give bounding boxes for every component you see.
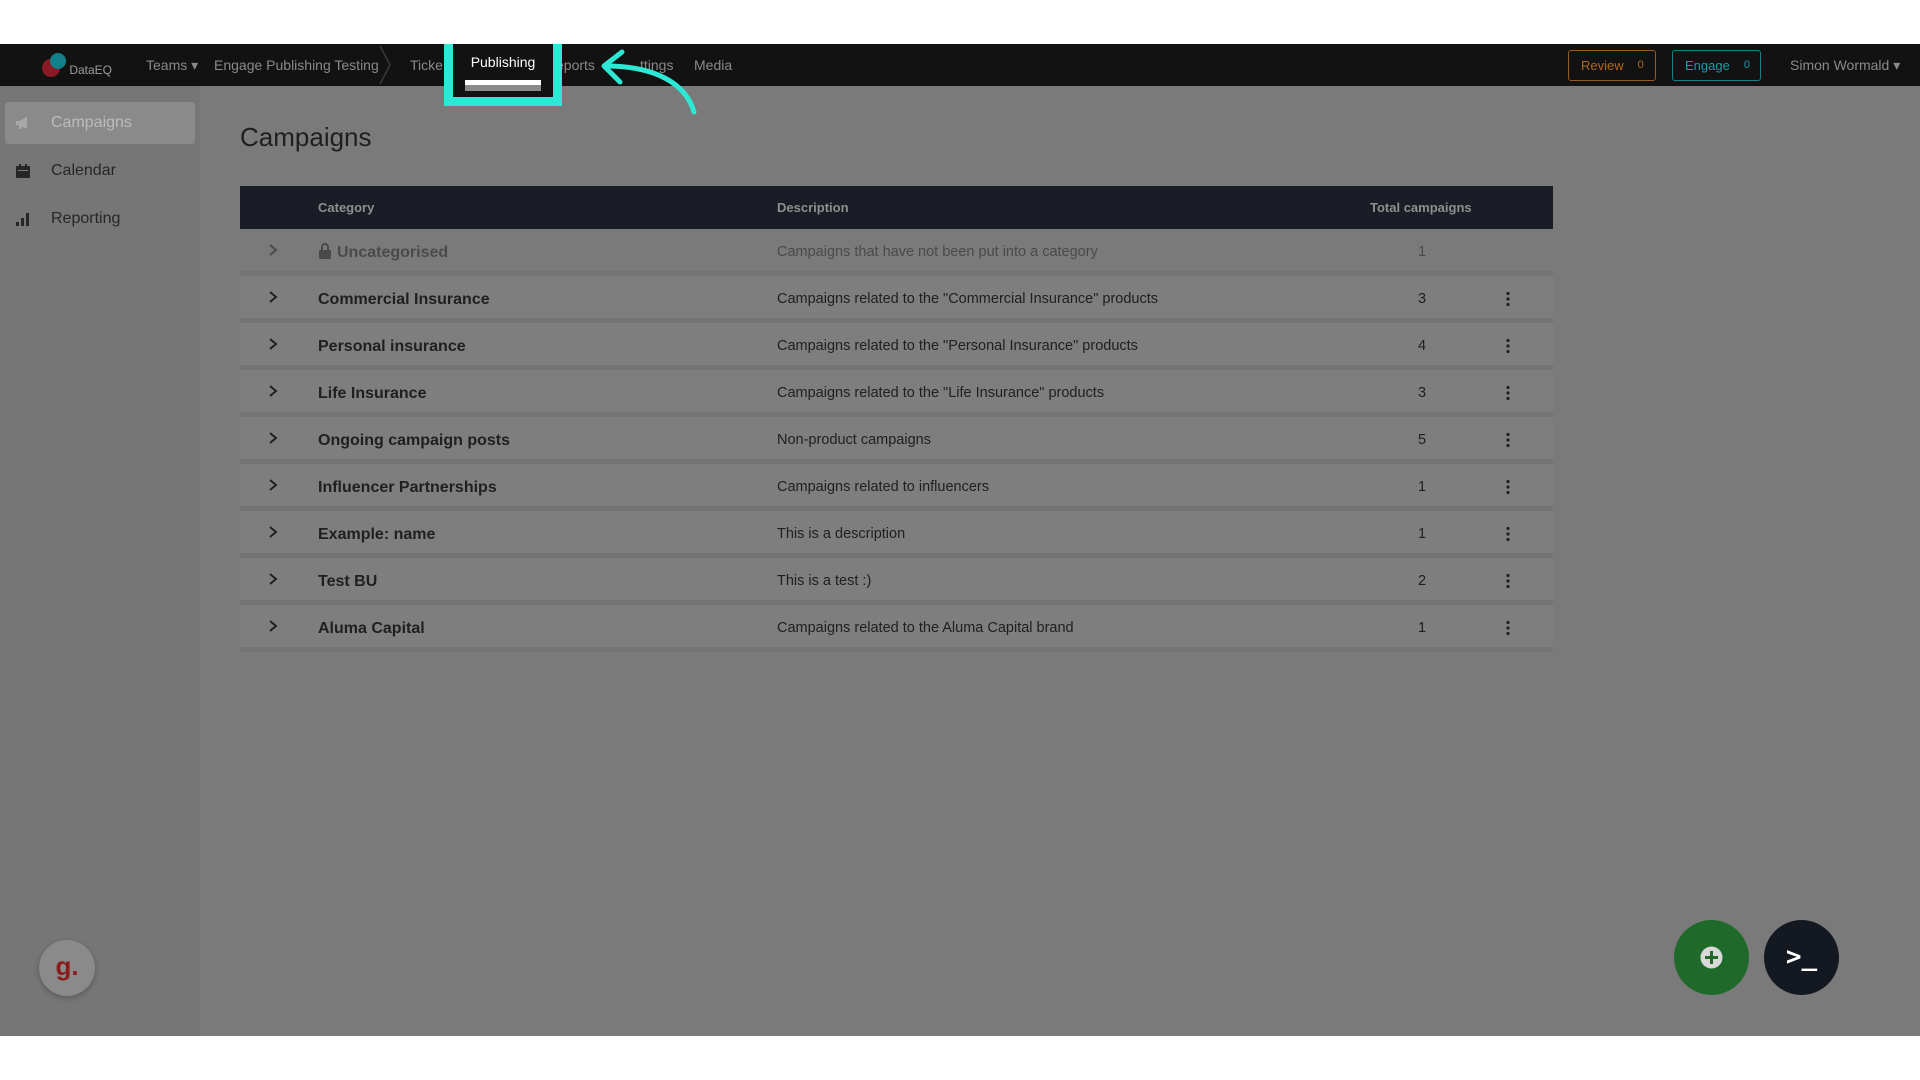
description-cell: This is a description (777, 526, 906, 542)
chevron-right-icon[interactable] (266, 337, 280, 351)
engage-label: Engage (1685, 58, 1730, 73)
page-title: Campaigns (240, 122, 372, 152)
chevron-right-icon[interactable] (266, 478, 280, 492)
total-cell: 1 (1417, 479, 1427, 495)
description-cell: Campaigns related to the "Life Insurance… (777, 385, 1105, 401)
engage-count: 0 (1743, 59, 1750, 71)
table-row[interactable]: Uncategorised Campaigns that have not be… (240, 229, 1553, 276)
more-vertical-icon[interactable] (1502, 620, 1514, 636)
total-cell: 5 (1417, 432, 1427, 448)
more-vertical-icon[interactable] (1502, 338, 1514, 354)
description-cell: Non-product campaigns (777, 432, 931, 448)
app-window: DataEQ Teams ▾ Engage Publishing Testing… (0, 44, 1920, 1036)
table-row[interactable]: Influencer Partnerships Campaigns relate… (240, 464, 1553, 511)
nav-tickets[interactable]: Ticke (410, 44, 443, 86)
chevron-right-icon[interactable] (266, 619, 280, 633)
plus-circle-icon (1700, 946, 1723, 969)
sidebar: Campaigns Calendar Reporting (0, 86, 200, 1036)
total-cell: 4 (1417, 338, 1427, 354)
chevron-right-icon[interactable] (266, 572, 280, 586)
lock-icon (319, 243, 331, 259)
table-row[interactable]: Commercial Insurance Campaigns related t… (240, 276, 1553, 323)
review-button[interactable]: Review 0 (1568, 50, 1656, 81)
total-cell: 1 (1417, 244, 1427, 260)
sidebar-item-label: Reporting (51, 210, 121, 227)
chevron-right-icon[interactable] (266, 431, 280, 445)
total-cell: 1 (1417, 526, 1427, 542)
sidebar-item-label: Campaigns (51, 114, 132, 131)
category-name: Life Insurance (318, 385, 427, 402)
chevron-right-icon[interactable] (266, 290, 280, 304)
category-name: Uncategorised (337, 244, 449, 261)
campaigns-table: Category Description Total campaigns Unc… (240, 186, 1553, 652)
category-name: Aluma Capital (318, 620, 425, 637)
logo-mark-icon (42, 53, 67, 79)
category-name: Example: name (318, 526, 436, 543)
chevron-right-icon[interactable] (266, 384, 280, 398)
active-tab-shadow (465, 85, 541, 91)
description-cell: Campaigns related to influencers (777, 479, 989, 495)
nav-publishing-label: Publishing (470, 54, 536, 70)
table-row[interactable]: Example: name This is a description 1 (240, 511, 1553, 558)
column-description[interactable]: Description (777, 186, 849, 229)
description-cell: Campaigns related to the Aluma Capital b… (777, 620, 1074, 636)
bar-chart-icon (16, 213, 29, 226)
teams-dropdown[interactable]: Teams ▾ (146, 44, 198, 86)
engage-button[interactable]: Engage 0 (1672, 50, 1761, 81)
calendar-icon (16, 164, 30, 178)
more-vertical-icon[interactable] (1502, 479, 1514, 495)
sidebar-item-label: Calendar (51, 162, 116, 179)
category-name: Ongoing campaign posts (318, 432, 511, 449)
breadcrumb-workspace[interactable]: Engage Publishing Testing (214, 44, 379, 86)
total-cell: 3 (1417, 291, 1427, 307)
user-menu[interactable]: Simon Wormald ▾ (1790, 44, 1900, 86)
column-category[interactable]: Category (318, 186, 374, 229)
help-widget-button[interactable]: g. (39, 940, 95, 996)
total-cell: 3 (1417, 385, 1427, 401)
curved-arrow-icon (601, 49, 697, 115)
sidebar-item-calendar[interactable]: Calendar (5, 150, 195, 192)
more-vertical-icon[interactable] (1502, 573, 1514, 589)
table-row[interactable]: Personal insurance Campaigns related to … (240, 323, 1553, 370)
more-vertical-icon[interactable] (1502, 385, 1514, 401)
table-row[interactable]: Life Insurance Campaigns related to the … (240, 370, 1553, 417)
category-name: Personal insurance (318, 338, 466, 355)
more-vertical-icon[interactable] (1502, 526, 1514, 542)
chevron-right-icon[interactable] (266, 243, 280, 257)
category-name: Commercial Insurance (318, 291, 490, 308)
category-name: Test BU (318, 573, 378, 590)
breadcrumb-separator-icon (379, 46, 391, 84)
column-total-campaigns[interactable]: Total campaigns (1370, 186, 1472, 229)
review-label: Review (1581, 58, 1624, 73)
more-vertical-icon[interactable] (1502, 291, 1514, 307)
description-cell: Campaigns that have not been put into a … (777, 244, 1098, 260)
sidebar-item-campaigns[interactable]: Campaigns (5, 102, 195, 144)
table-header: Category Description Total campaigns (240, 186, 1553, 229)
review-count: 0 (1637, 59, 1644, 71)
total-cell: 2 (1417, 573, 1427, 589)
dataeq-logo[interactable]: DataEQ (42, 52, 112, 80)
top-nav: DataEQ Teams ▾ Engage Publishing Testing… (0, 44, 1920, 106)
table-row[interactable]: Test BU This is a test :) 2 (240, 558, 1553, 605)
category-name: Influencer Partnerships (318, 479, 497, 496)
description-cell: Campaigns related to the "Commercial Ins… (777, 291, 1159, 307)
add-button[interactable] (1674, 920, 1749, 995)
sidebar-item-reporting[interactable]: Reporting (5, 198, 195, 240)
total-cell: 1 (1417, 620, 1427, 636)
category-cell: Uncategorised (318, 229, 448, 276)
table-row[interactable]: Ongoing campaign posts Non-product campa… (240, 417, 1553, 464)
chevron-right-icon[interactable] (266, 525, 280, 539)
nav-publishing-highlighted[interactable]: Publishing (444, 44, 562, 106)
terminal-button[interactable]: >_ (1764, 920, 1839, 995)
description-cell: Campaigns related to the "Personal Insur… (777, 338, 1138, 354)
logo-text: DataEQ (69, 63, 112, 77)
description-cell: This is a test :) (777, 573, 872, 589)
table-row[interactable]: Aluma Capital Campaigns related to the A… (240, 605, 1553, 652)
megaphone-icon (16, 117, 27, 129)
more-vertical-icon[interactable] (1502, 432, 1514, 448)
